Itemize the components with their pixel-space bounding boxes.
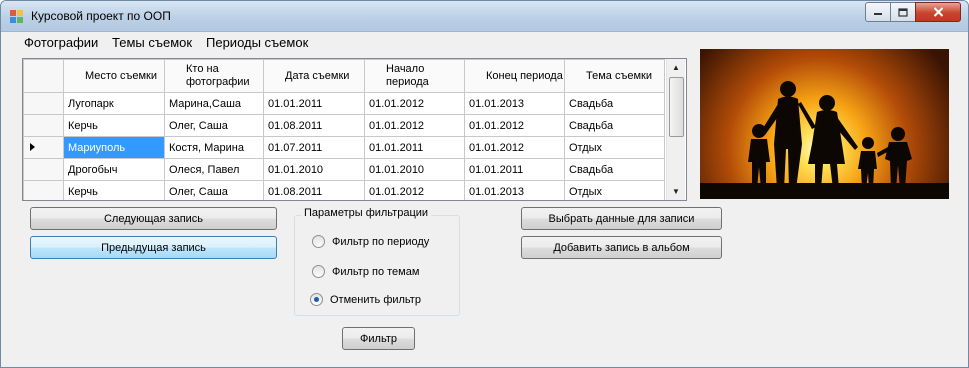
- table-cell[interactable]: Свадьба: [564, 114, 665, 137]
- table-cell[interactable]: 01.08.2011: [263, 180, 365, 200]
- close-button[interactable]: [915, 2, 961, 22]
- radio-filter-period[interactable]: Фильтр по периоду: [312, 235, 429, 248]
- minimize-icon: [874, 13, 882, 15]
- radio-cancel-filter[interactable]: Отменить фильтр: [310, 293, 421, 306]
- column-header[interactable]: Кто на фотографии: [164, 59, 264, 93]
- table-cell[interactable]: Свадьба: [564, 158, 665, 181]
- radio-circle-checked: [310, 293, 323, 306]
- table-cell[interactable]: 01.01.2012: [364, 92, 465, 115]
- table-cell[interactable]: Отдых: [564, 136, 665, 159]
- table-cell[interactable]: 01.01.2013: [464, 180, 565, 200]
- main-window: Курсовой проект по ООП Фотографии Темы с…: [0, 0, 969, 368]
- photo-table: Место съемки Кто на фотографии Дата съем…: [23, 59, 665, 200]
- scroll-down-icon: ▼: [672, 187, 680, 196]
- table-cell[interactable]: 01.07.2011: [263, 136, 365, 159]
- row-header[interactable]: [23, 180, 64, 200]
- scroll-up-button[interactable]: ▲: [667, 59, 685, 76]
- table-cell[interactable]: Керчь: [63, 114, 165, 137]
- table-row[interactable]: Дрогобыч Олеся, Павел 01.01.2010 01.01.2…: [23, 158, 665, 181]
- table-cell[interactable]: 01.01.2012: [464, 114, 565, 137]
- row-header[interactable]: [23, 158, 64, 181]
- row-header[interactable]: [23, 136, 64, 159]
- filter-button[interactable]: Фильтр: [342, 327, 415, 350]
- photo-data-grid[interactable]: Место съемки Кто на фотографии Дата съем…: [22, 58, 687, 201]
- table-cell[interactable]: 01.01.2012: [464, 136, 565, 159]
- table-cell[interactable]: 01.01.2013: [464, 92, 565, 115]
- table-row[interactable]: Лугопарк Марина,Саша 01.01.2011 01.01.20…: [23, 92, 665, 115]
- row-header[interactable]: [23, 114, 64, 137]
- radio-circle: [312, 265, 325, 278]
- minimize-button[interactable]: [865, 2, 891, 22]
- select-data-button[interactable]: Выбрать данные для записи: [521, 207, 722, 230]
- table-cell[interactable]: 01.01.2011: [464, 158, 565, 181]
- scroll-up-icon: ▲: [672, 63, 680, 72]
- radio-circle: [312, 235, 325, 248]
- maximize-icon: [898, 7, 908, 17]
- menu-photos[interactable]: Фотографии: [24, 35, 98, 50]
- table-row-selected[interactable]: Мариуполь Костя, Марина 01.07.2011 01.01…: [23, 136, 665, 159]
- table-header-row: Место съемки Кто на фотографии Дата съем…: [23, 59, 665, 93]
- radio-label: Фильтр по темам: [332, 265, 420, 278]
- table-cell[interactable]: Лугопарк: [63, 92, 165, 115]
- column-header[interactable]: Конец периода: [464, 59, 565, 93]
- radio-filter-themes[interactable]: Фильтр по темам: [312, 265, 419, 278]
- close-icon: [933, 7, 943, 17]
- column-header[interactable]: Тема съемки: [564, 59, 665, 93]
- window-title: Курсовой проект по ООП: [31, 9, 171, 23]
- row-pointer-icon: [30, 142, 35, 151]
- scroll-thumb[interactable]: [669, 77, 684, 137]
- table-cell[interactable]: Керчь: [63, 180, 165, 200]
- menu-themes[interactable]: Темы съемок: [112, 35, 192, 50]
- scroll-down-button[interactable]: ▼: [667, 183, 685, 200]
- header-corner: [23, 59, 64, 93]
- photo-preview: [700, 49, 949, 199]
- table-cell[interactable]: Марина,Саша: [164, 92, 264, 115]
- column-header[interactable]: Начало периода: [364, 59, 465, 93]
- table-row[interactable]: Керчь Олег, Саша 01.08.2011 01.01.2012 0…: [23, 114, 665, 137]
- table-cell[interactable]: 01.01.2010: [263, 158, 365, 181]
- title-bar: Курсовой проект по ООП: [1, 1, 968, 32]
- row-header[interactable]: [23, 92, 64, 115]
- table-cell[interactable]: 01.08.2011: [263, 114, 365, 137]
- table-cell[interactable]: Свадьба: [564, 92, 665, 115]
- radio-label: Отменить фильтр: [330, 293, 421, 306]
- table-cell[interactable]: Олеся, Павел: [164, 158, 264, 181]
- previous-record-button[interactable]: Предыдущая запись: [30, 236, 277, 259]
- table-cell[interactable]: 01.01.2012: [364, 180, 465, 200]
- table-cell[interactable]: Дрогобыч: [63, 158, 165, 181]
- vertical-scrollbar[interactable]: ▲ ▼: [666, 59, 685, 200]
- menu-periods[interactable]: Периоды съемок: [206, 35, 308, 50]
- filter-groupbox-title: Параметры фильтрации: [301, 207, 432, 219]
- table-cell[interactable]: Олег, Саша: [164, 180, 264, 200]
- table-cell[interactable]: Костя, Марина: [164, 136, 264, 159]
- table-cell[interactable]: Отдых: [564, 180, 665, 200]
- table-cell[interactable]: 01.01.2010: [364, 158, 465, 181]
- column-header[interactable]: Дата съемки: [263, 59, 365, 93]
- table-cell[interactable]: 01.01.2011: [364, 136, 465, 159]
- column-header[interactable]: Место съемки: [63, 59, 165, 93]
- next-record-button[interactable]: Следующая запись: [30, 207, 277, 230]
- table-cell[interactable]: 01.01.2012: [364, 114, 465, 137]
- table-row[interactable]: Керчь Олег, Саша 01.08.2011 01.01.2012 0…: [23, 180, 665, 200]
- maximize-button[interactable]: [890, 2, 916, 22]
- table-cell[interactable]: 01.01.2011: [263, 92, 365, 115]
- table-cell-selected[interactable]: Мариуполь: [63, 136, 165, 159]
- table-cell[interactable]: Олег, Саша: [164, 114, 264, 137]
- radio-label: Фильтр по периоду: [332, 235, 430, 248]
- add-to-album-button[interactable]: Добавить запись в альбом: [521, 236, 722, 259]
- app-icon: [10, 10, 23, 23]
